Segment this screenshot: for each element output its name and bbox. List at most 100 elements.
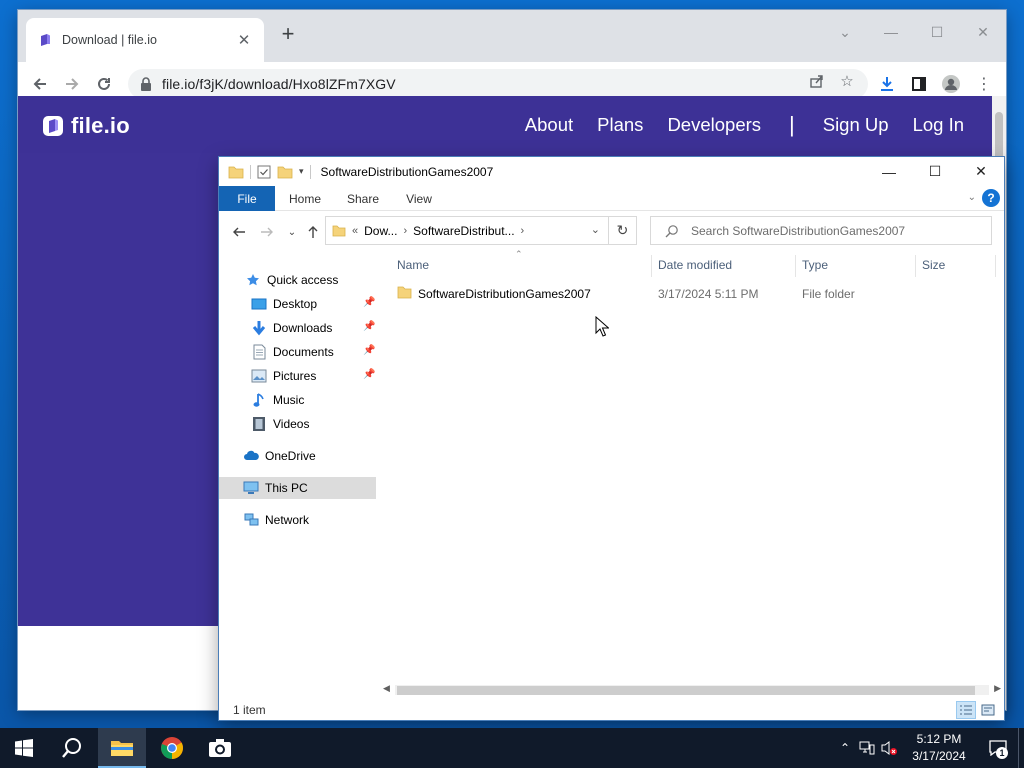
minimize-button[interactable]: — <box>868 18 914 46</box>
refresh-icon[interactable]: ↻ <box>608 217 636 244</box>
nav-label: OneDrive <box>265 449 316 463</box>
nav-about-link[interactable]: About <box>525 114 573 136</box>
nav-music[interactable]: Music <box>219 389 376 411</box>
nav-quick-access[interactable]: Quick access <box>219 269 376 291</box>
explorer-back-icon[interactable] <box>229 222 249 242</box>
nav-label: Pictures <box>273 369 317 383</box>
site-nav: About Plans Developers | Sign Up Log In <box>525 114 964 136</box>
ribbon-tab-home[interactable]: Home <box>285 186 325 211</box>
details-view-icon[interactable] <box>956 701 976 719</box>
address-history-dropdown-icon[interactable]: ⌄ <box>591 223 600 236</box>
chrome-taskbar-button[interactable] <box>148 728 196 768</box>
search-taskbar-button[interactable] <box>48 728 96 768</box>
horizontal-scrollbar-thumb[interactable] <box>397 686 975 695</box>
file-name: SoftwareDistributionGames2007 <box>418 287 591 301</box>
show-desktop-button[interactable] <box>1018 728 1024 768</box>
close-button[interactable]: ✕ <box>960 18 1006 46</box>
tab-search-icon[interactable]: ⌄ <box>822 18 868 46</box>
expand-ribbon-icon[interactable]: ⌄ <box>968 192 976 203</box>
maximize-button[interactable]: ☐ <box>914 18 960 46</box>
table-row[interactable]: SoftwareDistributionGames2007 3/17/2024 … <box>391 283 995 305</box>
nav-this-pc[interactable]: This PC <box>219 477 376 499</box>
reload-icon[interactable] <box>92 72 116 96</box>
windows-logo-icon <box>15 739 33 757</box>
quick-access-toolbar-dropdown-icon[interactable]: ▾ <box>299 166 304 177</box>
column-header-size[interactable]: Size <box>922 253 992 277</box>
column-header-date-modified[interactable]: Date modified <box>658 253 798 277</box>
search-input[interactable] <box>691 223 991 238</box>
breadcrumb-chevron-icon[interactable]: › <box>403 225 407 237</box>
explorer-search-box[interactable] <box>650 216 992 245</box>
help-icon[interactable]: ? <box>982 189 1000 207</box>
ribbon-tab-share[interactable]: Share <box>343 186 383 211</box>
network-icon <box>243 512 259 528</box>
explorer-maximize-button[interactable]: ☐ <box>912 157 958 186</box>
overflow-chevron-icon[interactable]: « <box>352 225 358 237</box>
bookmark-star-icon[interactable]: ☆ <box>836 70 858 92</box>
explorer-forward-icon[interactable] <box>257 222 277 242</box>
pin-icon: 📌 <box>363 369 376 380</box>
nav-signup-link[interactable]: Sign Up <box>823 114 889 136</box>
large-icons-view-icon[interactable] <box>978 701 998 719</box>
explorer-minimize-button[interactable]: — <box>866 157 912 186</box>
nav-plans-link[interactable]: Plans <box>597 114 643 136</box>
camera-icon <box>209 739 231 757</box>
nav-login-link[interactable]: Log In <box>913 114 964 136</box>
ribbon-tab-view[interactable]: View <box>399 186 439 211</box>
column-header-name[interactable]: Name <box>397 253 647 277</box>
new-folder-icon[interactable] <box>277 165 293 179</box>
nav-label: Music <box>273 393 305 407</box>
tab-close-icon[interactable]: ✕ <box>236 31 252 49</box>
downloads-icon[interactable] <box>876 73 898 95</box>
explorer-close-button[interactable]: ✕ <box>958 157 1004 186</box>
videos-icon <box>251 416 267 432</box>
nav-documents[interactable]: Documents 📌 <box>219 341 376 363</box>
explorer-titlebar[interactable]: ▾ SoftwareDistributionGames2007 — ☐ ✕ <box>219 157 1004 186</box>
scroll-right-icon[interactable]: ▶ <box>994 683 1001 694</box>
nav-videos[interactable]: Videos <box>219 413 376 435</box>
network-status-icon[interactable] <box>856 728 878 768</box>
ribbon-tab-file[interactable]: File <box>219 186 275 211</box>
camera-taskbar-button[interactable] <box>196 728 244 768</box>
lock-icon <box>141 77 151 91</box>
file-explorer-taskbar-button[interactable] <box>98 728 146 768</box>
nav-onedrive[interactable]: OneDrive <box>219 445 376 467</box>
column-header-type[interactable]: Type <box>802 253 912 277</box>
action-center-button[interactable]: 1 <box>978 728 1018 768</box>
explorer-address-bar[interactable]: « Dow... › SoftwareDistribut... › ⌄ ↻ <box>325 216 637 245</box>
file-date-modified: 3/17/2024 5:11 PM <box>658 287 759 301</box>
recent-locations-chevron-icon[interactable]: ⌄ <box>282 222 302 242</box>
breadcrumb-current[interactable]: SoftwareDistribut... <box>413 224 514 238</box>
nav-developers-link[interactable]: Developers <box>667 114 761 136</box>
address-bar[interactable]: file.io/f3jK/download/Hxo8lZFm7XGV <box>128 69 868 99</box>
breadcrumb-downloads[interactable]: Dow... <box>364 224 397 238</box>
back-icon[interactable] <box>28 72 52 96</box>
site-logo[interactable]: file.io <box>42 113 130 139</box>
notification-badge: 1 <box>996 747 1008 759</box>
breadcrumb-chevron-icon[interactable]: › <box>521 225 525 237</box>
scroll-left-icon[interactable]: ◀ <box>383 683 390 694</box>
taskbar-clock[interactable]: 5:12 PM 3/17/2024 <box>900 731 978 765</box>
browser-tab[interactable]: Download | file.io ✕ <box>26 18 264 62</box>
taskbar-search-icon <box>62 738 81 758</box>
tab-strip: Download | file.io ✕ + ⌄ — ☐ ✕ <box>18 10 1006 62</box>
new-tab-button[interactable]: + <box>276 23 300 47</box>
profile-avatar-icon[interactable] <box>940 73 962 95</box>
folder-icon <box>397 286 412 299</box>
start-button[interactable] <box>0 728 48 768</box>
share-icon[interactable] <box>806 70 828 92</box>
nav-desktop[interactable]: Desktop 📌 <box>219 293 376 315</box>
horizontal-scrollbar[interactable]: ◀ ▶ <box>383 682 1001 698</box>
forward-icon[interactable] <box>60 72 84 96</box>
tab-title: Download | file.io <box>62 33 157 47</box>
nav-downloads[interactable]: Downloads 📌 <box>219 317 376 339</box>
star-icon <box>245 272 261 288</box>
nav-pictures[interactable]: Pictures 📌 <box>219 365 376 387</box>
show-hidden-icons-chevron-icon[interactable]: ⌃ <box>834 728 856 768</box>
nav-network[interactable]: Network <box>219 509 376 531</box>
side-panel-icon[interactable] <box>908 73 930 95</box>
up-level-icon[interactable] <box>303 222 323 242</box>
menu-kebab-icon[interactable]: ⋮ <box>973 73 995 95</box>
properties-check-icon[interactable] <box>257 165 271 179</box>
volume-muted-icon[interactable] <box>878 728 900 768</box>
